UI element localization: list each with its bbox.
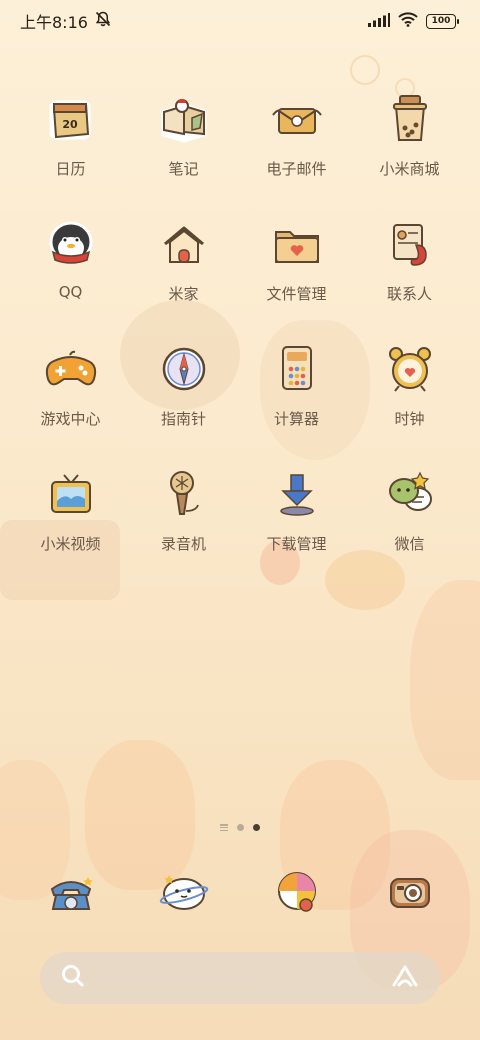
store-icon[interactable] bbox=[381, 90, 439, 148]
app-label: 时钟 bbox=[394, 410, 425, 428]
app-download-manager[interactable]: 下载管理 bbox=[240, 465, 353, 590]
page-dot-active[interactable] bbox=[253, 824, 260, 831]
download-icon[interactable] bbox=[268, 465, 326, 523]
page-dot[interactable] bbox=[237, 824, 244, 831]
microphone-icon[interactable] bbox=[155, 465, 213, 523]
app-recorder[interactable]: 录音机 bbox=[127, 465, 240, 590]
app-file-manager[interactable]: 文件管理 bbox=[240, 215, 353, 340]
battery-level: 100 bbox=[431, 16, 451, 26]
app-label: 小米商城 bbox=[379, 160, 440, 178]
app-notes[interactable]: 笔记 bbox=[127, 90, 240, 215]
app-mi-home[interactable]: 米家 bbox=[127, 215, 240, 340]
app-label: 小米视频 bbox=[40, 535, 101, 553]
app-email[interactable]: 电子邮件 bbox=[240, 90, 353, 215]
app-wechat[interactable]: 微信 bbox=[353, 465, 466, 590]
status-bar: 上午8:16 100 bbox=[0, 0, 480, 42]
messages-icon[interactable] bbox=[154, 862, 214, 922]
search-icon[interactable] bbox=[60, 963, 86, 993]
app-grid: 20 日历 笔记 电子邮件 小米商城 QQ 米家 文件管理 联系人 游戏中心 指… bbox=[14, 90, 466, 590]
bell-muted-icon bbox=[94, 10, 112, 32]
app-label: 游戏中心 bbox=[40, 410, 101, 428]
wechat-icon[interactable] bbox=[381, 465, 439, 523]
clock-icon[interactable] bbox=[381, 340, 439, 398]
compass-icon[interactable] bbox=[155, 340, 213, 398]
page-indicator[interactable] bbox=[0, 824, 480, 831]
search-bar[interactable] bbox=[40, 952, 440, 1004]
app-game-center[interactable]: 游戏中心 bbox=[14, 340, 127, 465]
app-label: 文件管理 bbox=[266, 285, 327, 303]
app-label: 录音机 bbox=[160, 535, 206, 553]
folder-icon[interactable] bbox=[268, 215, 326, 273]
app-label: 微信 bbox=[394, 535, 425, 553]
app-mi-store[interactable]: 小米商城 bbox=[353, 90, 466, 215]
calendar-day: 20 bbox=[62, 118, 78, 131]
app-clock[interactable]: 时钟 bbox=[353, 340, 466, 465]
qq-icon[interactable] bbox=[42, 215, 100, 273]
notes-icon[interactable] bbox=[155, 90, 213, 148]
assistant-icon[interactable] bbox=[390, 963, 420, 993]
app-label: 计算器 bbox=[273, 410, 319, 428]
app-mi-video[interactable]: 小米视频 bbox=[14, 465, 127, 590]
app-label: 日历 bbox=[55, 160, 86, 178]
calculator-icon[interactable] bbox=[268, 340, 326, 398]
app-label: 联系人 bbox=[386, 285, 432, 303]
phone-icon[interactable] bbox=[41, 862, 101, 922]
wifi-icon bbox=[398, 11, 418, 31]
email-icon[interactable] bbox=[268, 90, 326, 148]
camera-icon[interactable] bbox=[380, 862, 440, 922]
app-calendar[interactable]: 20 日历 bbox=[14, 90, 127, 215]
tv-icon[interactable] bbox=[42, 465, 100, 523]
app-calculator[interactable]: 计算器 bbox=[240, 340, 353, 465]
app-compass[interactable]: 指南针 bbox=[127, 340, 240, 465]
app-label: QQ bbox=[58, 283, 83, 301]
signal-icon bbox=[368, 12, 390, 31]
app-label: 米家 bbox=[168, 285, 199, 303]
status-time: 上午8:16 bbox=[20, 13, 88, 32]
app-label: 指南针 bbox=[160, 410, 206, 428]
app-qq[interactable]: QQ bbox=[14, 215, 127, 340]
calendar-icon[interactable]: 20 bbox=[42, 90, 100, 148]
battery-icon: 100 bbox=[426, 13, 459, 29]
app-label: 笔记 bbox=[168, 160, 199, 178]
app-label: 下载管理 bbox=[266, 535, 327, 553]
dock bbox=[14, 862, 466, 922]
browser-icon[interactable] bbox=[267, 862, 327, 922]
app-label: 电子邮件 bbox=[266, 160, 327, 178]
app-contacts[interactable]: 联系人 bbox=[353, 215, 466, 340]
page-indicator-list-icon[interactable] bbox=[220, 824, 228, 831]
gamepad-icon[interactable] bbox=[42, 340, 100, 398]
contacts-icon[interactable] bbox=[381, 215, 439, 273]
home-icon[interactable] bbox=[155, 215, 213, 273]
